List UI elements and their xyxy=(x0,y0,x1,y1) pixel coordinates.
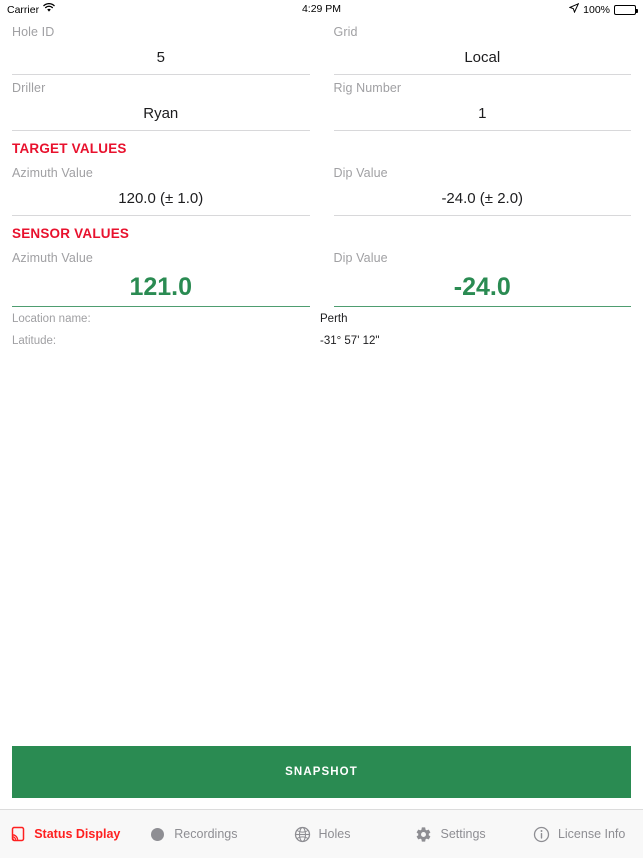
status-bar-time: 4:29 PM xyxy=(301,3,342,15)
form-col-left: Driller Ryan xyxy=(0,75,322,131)
tab-label: License Info xyxy=(557,827,626,841)
tab-label: Settings xyxy=(440,827,486,841)
tab-label: Recordings xyxy=(174,827,238,841)
latitude-row: Latitude: -31° 57' 12" xyxy=(12,335,631,357)
target-col-left: Azimuth Value 120.0 (± 1.0) xyxy=(0,158,322,216)
field-underline xyxy=(333,130,631,131)
driller-input[interactable]: Ryan xyxy=(12,96,310,130)
sensor-azimuth-value: 121.0 xyxy=(129,273,193,301)
field-underline xyxy=(333,306,631,307)
form-col-right: Grid Local xyxy=(322,19,643,75)
sensor-values-header: SENSOR VALUES xyxy=(12,226,130,241)
target-azimuth-value[interactable]: 120.0 (± 1.0) xyxy=(12,181,310,215)
form-col-right: Rig Number 1 xyxy=(322,75,643,131)
tab-recordings[interactable]: Recordings xyxy=(129,810,258,858)
location-arrow-icon xyxy=(568,2,580,16)
field-label: Dip Value xyxy=(333,166,388,180)
status-bar: Carrier 4:29 PM 100% xyxy=(0,0,643,19)
target-values-header: TARGET VALUES xyxy=(12,141,127,156)
latitude-label: Latitude: xyxy=(12,335,57,347)
info-circle-icon xyxy=(532,825,551,844)
field-label: Rig Number xyxy=(333,81,402,95)
target-dip-value[interactable]: -24.0 (± 2.0) xyxy=(334,181,632,215)
field-label: Dip Value xyxy=(333,251,388,265)
location-name-row: Location name: Perth xyxy=(12,313,631,335)
field-label: Azimuth Value xyxy=(12,166,93,180)
grid-input[interactable]: Local xyxy=(334,40,632,74)
tab-settings[interactable]: Settings xyxy=(386,810,515,858)
field-underline xyxy=(12,130,310,131)
field-label: Grid xyxy=(333,25,358,39)
tab-label: Holes xyxy=(318,827,351,841)
field-driller[interactable]: Driller Ryan xyxy=(0,75,322,131)
tab-label: Status Display xyxy=(34,827,121,841)
target-values-row: Azimuth Value 120.0 (± 1.0) Dip Value -2… xyxy=(0,158,643,216)
field-rig-number[interactable]: Rig Number 1 xyxy=(322,75,643,131)
gear-icon xyxy=(414,825,433,844)
status-bar-right: 100% xyxy=(568,2,638,16)
sensor-dip-value: -24.0 xyxy=(453,273,511,301)
field-label: Hole ID xyxy=(12,25,55,39)
record-dot-icon xyxy=(148,825,167,844)
globe-icon xyxy=(293,825,312,844)
location-info: Location name: Perth Latitude: -31° 57' … xyxy=(0,307,643,357)
latitude-value: -31° 57' 12" xyxy=(320,335,380,347)
field-grid[interactable]: Grid Local xyxy=(322,19,643,75)
tab-holes[interactable]: Holes xyxy=(257,810,386,858)
form-col-left: Hole ID 5 xyxy=(0,19,322,75)
field-underline xyxy=(12,306,310,307)
sensor-values-row: Azimuth Value 121.0 Dip Value -24.0 xyxy=(0,243,643,307)
sensor-col-left: Azimuth Value 121.0 xyxy=(0,243,322,307)
field-underline xyxy=(333,215,631,216)
field-label: Azimuth Value xyxy=(12,251,93,265)
sensor-col-right: Dip Value -24.0 xyxy=(322,243,643,307)
field-sensor-dip: Dip Value -24.0 xyxy=(322,243,643,307)
field-hole-id[interactable]: Hole ID 5 xyxy=(0,19,322,75)
location-name-label: Location name: xyxy=(12,313,91,325)
field-target-azimuth[interactable]: Azimuth Value 120.0 (± 1.0) xyxy=(0,158,322,216)
target-col-right: Dip Value -24.0 (± 2.0) xyxy=(322,158,643,216)
form-row-1: Hole ID 5 Grid Local xyxy=(0,19,643,75)
field-label: Driller xyxy=(12,81,46,95)
battery-percent-label: 100% xyxy=(583,3,610,16)
tab-license-info[interactable]: License Info xyxy=(514,810,643,858)
field-sensor-azimuth: Azimuth Value 121.0 xyxy=(0,243,322,307)
tab-status-display[interactable]: Status Display xyxy=(0,810,129,858)
app-root: Carrier 4:29 PM 100% Hole ID 5 Grid Loca… xyxy=(0,0,643,858)
battery-full-icon xyxy=(614,4,638,15)
rig-number-input[interactable]: 1 xyxy=(334,96,632,130)
tab-bar: Status Display Recordings Holes Settings… xyxy=(0,809,643,858)
hole-id-input[interactable]: 5 xyxy=(12,40,310,74)
field-underline xyxy=(12,215,310,216)
snapshot-button[interactable]: SNAPSHOT xyxy=(12,746,631,798)
field-target-dip[interactable]: Dip Value -24.0 (± 2.0) xyxy=(322,158,643,216)
broadcast-screen-icon xyxy=(8,825,27,844)
location-name-value: Perth xyxy=(320,313,348,325)
form-row-2: Driller Ryan Rig Number 1 xyxy=(0,75,643,131)
main-content: Hole ID 5 Grid Local Driller Ryan Rig Nu… xyxy=(0,19,643,819)
